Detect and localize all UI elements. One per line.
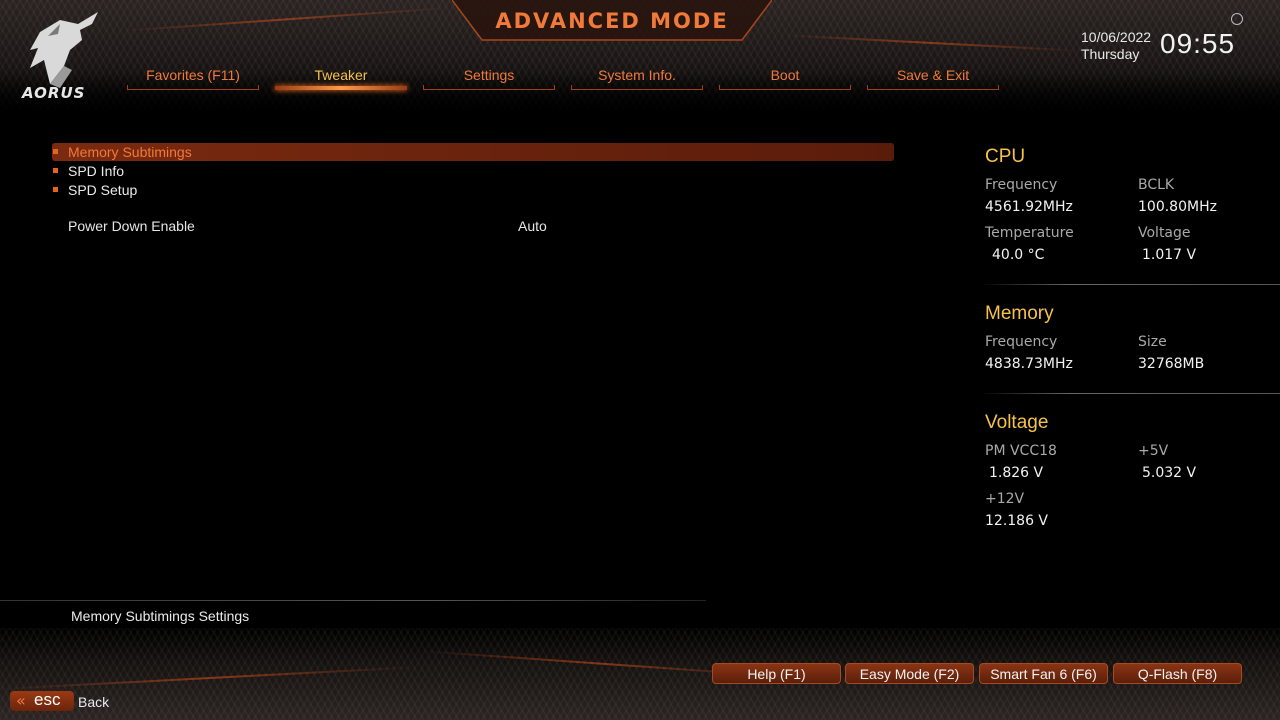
menu-item-spd-info[interactable]: SPD Info	[52, 162, 894, 180]
tab-favorites[interactable]: Favorites (F11)	[127, 66, 259, 90]
label: Frequency	[985, 177, 1058, 193]
section-title: Memory	[985, 303, 1054, 324]
smart-fan-button[interactable]: Smart Fan 6 (F6)	[979, 663, 1108, 684]
label: PM VCC18	[985, 443, 1057, 459]
panel-divider	[980, 393, 1280, 394]
label: +5V	[1138, 443, 1169, 459]
tab-underline	[275, 86, 407, 90]
setting-value[interactable]: Auto	[518, 218, 547, 234]
cpu-bclk: BCLK 100.80MHz	[1138, 177, 1217, 215]
tab-tweaker[interactable]: Tweaker	[275, 66, 407, 90]
back-label[interactable]: Back	[78, 694, 109, 710]
help-description: Memory Subtimings Settings	[71, 608, 250, 624]
label: Temperature	[985, 225, 1074, 241]
panel-divider	[980, 284, 1280, 285]
label: Frequency	[985, 334, 1058, 350]
value: 40.0 °C	[992, 247, 1045, 263]
esc-button[interactable]: « esc	[10, 690, 74, 711]
cpu-frequency: Frequency 4561.92MHz	[985, 177, 1073, 215]
bullet-icon	[53, 168, 58, 173]
help-divider	[0, 600, 706, 601]
cpu-voltage: Voltage 1.017 V	[1138, 225, 1196, 263]
section-title: CPU	[985, 146, 1026, 167]
q-flash-button[interactable]: Q-Flash (F8)	[1113, 663, 1242, 684]
tab-system-info[interactable]: System Info.	[571, 66, 703, 90]
label: Size	[1138, 334, 1167, 350]
bullet-icon	[53, 187, 58, 192]
tab-underline	[867, 85, 999, 90]
memory-size: Size 32768MB	[1138, 334, 1204, 372]
menu-item-memory-subtimings[interactable]: Memory Subtimings	[52, 143, 894, 161]
tab-underline	[127, 85, 259, 90]
value: 12.186 V	[985, 513, 1049, 529]
tab-label: Settings	[463, 67, 515, 83]
voltage-pmvcc18: PM VCC18 1.826 V	[985, 443, 1057, 481]
setting-row-power-down-enable: Power Down Enable Auto	[68, 218, 888, 236]
value: 1.826 V	[989, 465, 1044, 481]
label: +12V	[985, 491, 1025, 507]
value: 1.017 V	[1142, 247, 1197, 263]
value: 4561.92MHz	[985, 199, 1073, 215]
tab-settings[interactable]: Settings	[423, 66, 555, 90]
tab-underline	[719, 85, 851, 90]
label: BCLK	[1138, 177, 1175, 193]
menu-item-label: SPD Setup	[68, 182, 138, 198]
tab-boot[interactable]: Boot	[719, 66, 851, 90]
setting-name: Power Down Enable	[68, 218, 195, 234]
voltage-plus5v: +5V 5.032 V	[1138, 443, 1196, 481]
voltage-plus12v: +12V 12.186 V	[985, 491, 1048, 529]
cpu-temperature: Temperature 40.0 °C	[985, 225, 1074, 263]
tab-underline	[571, 85, 703, 90]
date-text: 10/06/2022	[1081, 29, 1152, 45]
tab-save-exit[interactable]: Save & Exit	[867, 66, 999, 90]
brand-logo-text: AORUS	[22, 84, 86, 102]
bullet-icon	[53, 149, 58, 154]
menu-item-label: Memory Subtimings	[68, 144, 192, 160]
tab-underline	[423, 85, 555, 90]
voltage-info-section: Voltage	[985, 411, 1265, 435]
value: 100.80MHz	[1138, 199, 1217, 215]
value: 5.032 V	[1142, 465, 1197, 481]
tab-label: Save & Exit	[896, 67, 970, 83]
tab-label: Favorites (F11)	[146, 67, 240, 83]
easy-mode-button[interactable]: Easy Mode (F2)	[845, 663, 974, 684]
menu-item-spd-setup[interactable]: SPD Setup	[52, 181, 894, 199]
value: 4838.73MHz	[985, 356, 1073, 372]
tab-label: Boot	[770, 67, 800, 83]
menu-item-label: SPD Info	[68, 163, 125, 179]
help-button[interactable]: Help (F1)	[712, 663, 841, 684]
section-title: Voltage	[985, 412, 1049, 433]
clock: 09:55	[1160, 28, 1236, 59]
memory-frequency: Frequency 4838.73MHz	[985, 334, 1073, 372]
memory-info-section: Memory	[985, 302, 1265, 326]
page-title: ADVANCED MODE	[495, 9, 729, 33]
esc-key-label: esc	[34, 690, 61, 709]
day-text: Thursday	[1081, 46, 1140, 62]
date-display: 10/06/2022 Thursday	[1081, 29, 1151, 63]
cpu-info-section: CPU	[985, 145, 1265, 169]
label: Voltage	[1138, 225, 1191, 241]
tab-label: System Info.	[598, 67, 676, 83]
double-chevron-left-icon: «	[16, 691, 26, 710]
tab-label: Tweaker	[314, 67, 368, 83]
value: 32768MB	[1138, 356, 1205, 372]
gear-icon[interactable]	[1231, 13, 1243, 25]
